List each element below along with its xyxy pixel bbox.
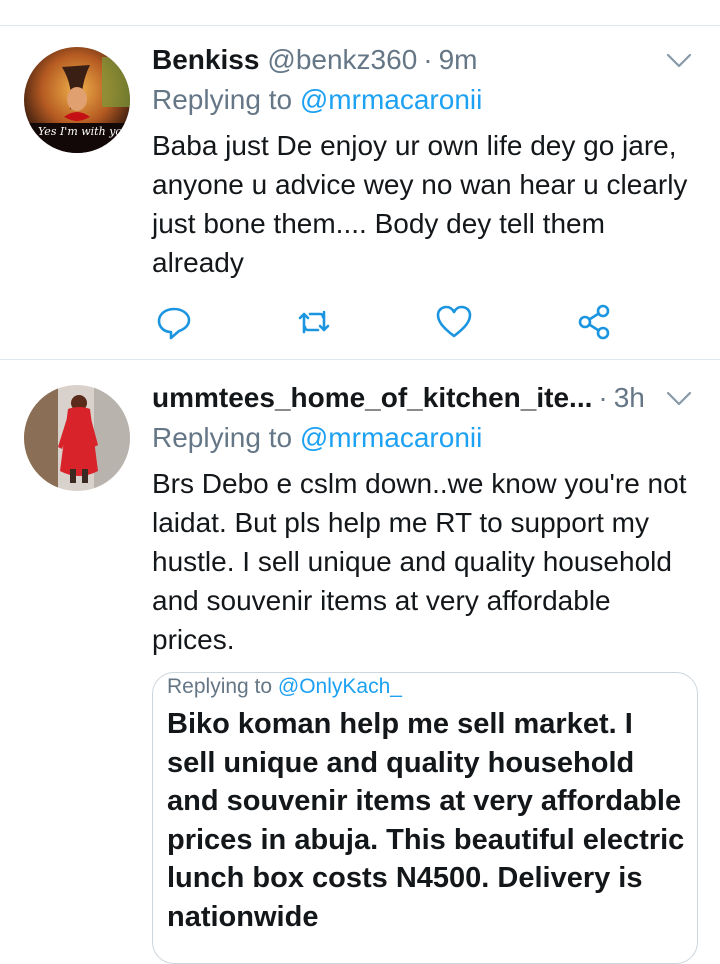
retweet-icon[interactable] [294, 302, 334, 342]
user-handle[interactable]: @benkz360 [267, 44, 417, 76]
tweet-divider [0, 359, 720, 360]
separator-dot: · [423, 44, 433, 75]
tweet-text: Baba just De enjoy ur own life dey go ja… [152, 130, 688, 278]
mention-link[interactable]: @mrmacaronii [300, 422, 482, 453]
tweet-header: ummtees_home_of_kitchen_ite... · 3h [152, 378, 720, 418]
svg-text:Yes I'm with you forever: Yes I'm with you forever [38, 125, 130, 138]
top-divider [0, 25, 720, 26]
replying-to: Replying to @mrmacaronii [152, 422, 483, 453]
chevron-down-icon[interactable] [666, 382, 692, 414]
quoted-mention-link[interactable]: @OnlyKach_ [278, 675, 402, 698]
chevron-down-icon[interactable] [666, 44, 692, 76]
avatar[interactable] [24, 385, 130, 491]
quoted-tweet[interactable]: Replying to @OnlyKach_ Biko koman help m… [152, 672, 698, 964]
share-icon[interactable] [574, 302, 614, 342]
avatar[interactable]: Yes I'm with you forever [24, 47, 130, 153]
replying-to: Replying to @mrmacaronii [152, 84, 483, 115]
timestamp[interactable]: 9m [439, 44, 478, 76]
separator-dot: · [598, 382, 608, 413]
reply-icon[interactable] [154, 302, 194, 342]
tweet-header: Benkiss @benkz360 · 9m [152, 40, 720, 80]
mention-link[interactable]: @mrmacaronii [300, 84, 482, 115]
quoted-tweet-text: Biko koman help me sell market. I sell u… [167, 708, 685, 933]
quoted-replying-to: Replying to @OnlyKach_ [167, 675, 402, 698]
display-name[interactable]: ummtees_home_of_kitchen_ite... [152, 382, 592, 414]
tweet-text: Brs Debo e cslm down..we know you're not… [152, 468, 687, 655]
display-name[interactable]: Benkiss [152, 44, 259, 76]
tweet-actions [150, 302, 630, 342]
like-icon[interactable] [434, 302, 474, 342]
timestamp[interactable]: 3h [614, 382, 645, 414]
